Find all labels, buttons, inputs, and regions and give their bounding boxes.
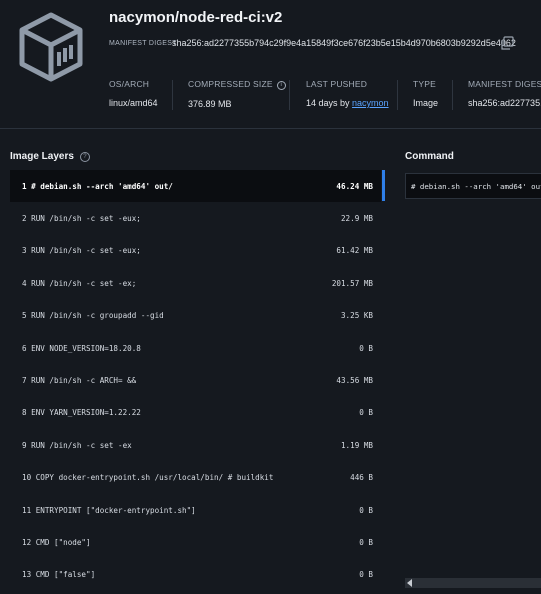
layer-size: 22.9 MB (340, 214, 373, 224)
layer-row[interactable]: 11 ENTRYPOINT ["docker-entrypoint.sh"] 0 … (10, 494, 381, 526)
type-column: TYPE Image (413, 79, 438, 108)
scroll-left-arrow-icon[interactable] (407, 579, 412, 587)
layer-command: 7 RUN /bin/sh -c ARCH= && (22, 376, 137, 386)
layer-command: 5 RUN /bin/sh -c groupadd --gid (22, 311, 164, 321)
manifest-digest-col-label: MANIFEST DIGEST (468, 79, 541, 89)
layer-command: 12 CMD ["node"] (22, 537, 91, 547)
layer-row[interactable]: 9 RUN /bin/sh -c set -ex 1.19 MB (10, 429, 381, 461)
image-layers-heading: Image Layers? (10, 151, 90, 162)
pushed-by-user-link[interactable]: nacymon (352, 98, 389, 108)
layer-list: 1 # debian.sh --arch 'amd64' out/46.24 M… (10, 170, 381, 591)
layer-size: 46.24 MB (336, 181, 373, 191)
help-icon[interactable]: ? (79, 152, 90, 162)
layer-command: 13 CMD ["false"] (22, 570, 96, 580)
os-arch-value: linux/amd64 (109, 98, 158, 108)
layer-command: 2 RUN /bin/sh -c set -eux; (22, 214, 141, 224)
layer-command: 4 RUN /bin/sh -c set -ex; (22, 278, 137, 288)
divider (397, 80, 398, 110)
layer-command: 11 ENTRYPOINT ["docker-entrypoint.sh"] (22, 505, 196, 515)
type-label: TYPE (413, 79, 437, 89)
copy-icon[interactable] (500, 36, 514, 50)
selected-layer-indicator (382, 170, 385, 201)
layer-size: 201.57 MB (331, 278, 373, 288)
layer-row[interactable]: 3 RUN /bin/sh -c set -eux; 61.42 MB (10, 235, 381, 267)
layer-row[interactable]: 5 RUN /bin/sh -c groupadd --gid 3.25 KB (10, 300, 381, 332)
layer-size: 0 B (359, 408, 373, 418)
os-arch-label: OS/ARCH (109, 79, 150, 89)
command-heading: Command (405, 151, 454, 162)
layer-row[interactable]: 7 RUN /bin/sh -c ARCH= && 43.56 MB (10, 364, 381, 396)
layer-size: 1.19 MB (340, 440, 373, 450)
compressed-size-label: COMPRESSED SIZE (188, 79, 273, 89)
info-icon[interactable]: i (276, 81, 286, 90)
last-pushed-column: LAST PUSHED 14 days by nacymon (306, 79, 389, 108)
layer-size: 446 B (350, 473, 373, 483)
layer-row[interactable]: 10 COPY docker-entrypoint.sh /usr/local/… (10, 462, 381, 494)
layer-row[interactable]: 13 CMD ["false"] 0 B (10, 559, 381, 591)
last-pushed-label: LAST PUSHED (306, 79, 368, 89)
compressed-size-value: 376.89 MB (188, 99, 232, 109)
layer-row[interactable]: 8 ENV YARN_VERSION=1.22.22 0 B (10, 397, 381, 429)
manifest-digest-value: sha256:ad2277355b794c29f9e4a15849f3ce676… (172, 38, 516, 48)
layer-command: 6 ENV NODE_VERSION=18.20.8 (22, 343, 141, 353)
layer-command: 9 RUN /bin/sh -c set -ex (22, 440, 132, 450)
divider (289, 80, 290, 110)
layer-command: 10 COPY docker-entrypoint.sh /usr/local/… (22, 473, 274, 483)
command-text: # debian.sh --arch 'amd64' out/ 'bookwor… (405, 173, 541, 199)
last-pushed-text: 14 days by (306, 98, 350, 108)
layer-size: 0 B (359, 570, 373, 580)
docker-image-cube-icon (19, 12, 83, 82)
layer-row[interactable]: 12 CMD ["node"] 0 B (10, 526, 381, 558)
divider (172, 80, 173, 110)
layer-size: 43.56 MB (336, 376, 373, 386)
manifest-digest-column: MANIFEST DIGEST sha256:ad227735... (468, 79, 541, 108)
type-value: Image (413, 98, 439, 108)
image-layers-title: Image Layers (10, 151, 74, 162)
manifest-digest-label: MANIFEST DIGEST (109, 40, 177, 47)
layer-command: 3 RUN /bin/sh -c set -eux; (22, 246, 141, 256)
layer-row[interactable]: 6 ENV NODE_VERSION=18.20.8 0 B (10, 332, 381, 364)
os-arch-column: OS/ARCH linux/amd64 (109, 79, 158, 108)
layer-row[interactable]: 2 RUN /bin/sh -c set -eux; 22.9 MB (10, 202, 381, 234)
compressed-size-column: COMPRESSED SIZE i 376.89 MB (188, 79, 286, 109)
layer-size: 0 B (359, 505, 373, 515)
image-title: nacymon/node-red-ci:v2 (109, 9, 283, 26)
layer-command: 1 # debian.sh --arch 'amd64' out/ (22, 181, 173, 191)
horizontal-scrollbar[interactable] (405, 578, 541, 588)
divider (452, 80, 453, 110)
layer-size: 0 B (359, 537, 373, 547)
layer-size: 61.42 MB (336, 246, 373, 256)
image-header: nacymon/node-red-ci:v2 MANIFEST DIGEST s… (0, 0, 541, 128)
layer-row[interactable]: 1 # debian.sh --arch 'amd64' out/46.24 M… (10, 170, 381, 203)
manifest-digest-short: sha256:ad227735... (468, 98, 541, 108)
layer-command: 8 ENV YARN_VERSION=1.22.22 (22, 408, 141, 418)
header-divider (0, 128, 541, 129)
layer-size: 3.25 KB (340, 311, 373, 321)
layer-row[interactable]: 4 RUN /bin/sh -c set -ex; 201.57 MB (10, 267, 381, 299)
layer-size: 0 B (359, 343, 373, 353)
